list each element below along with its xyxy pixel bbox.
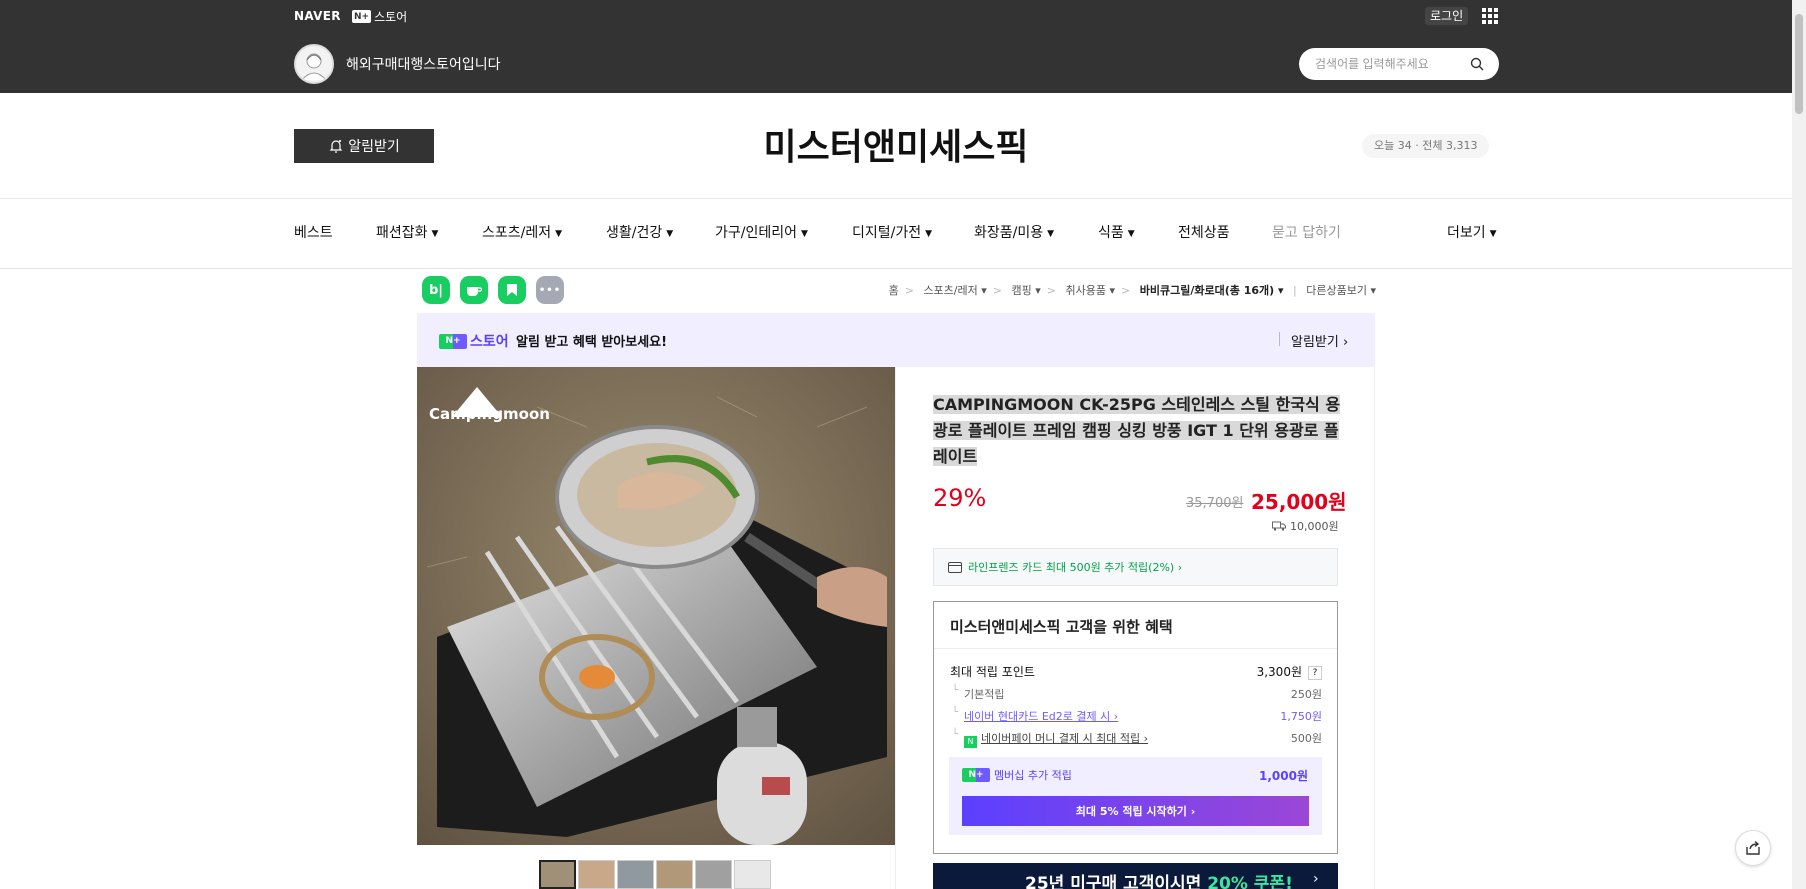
search-input[interactable] <box>1315 48 1465 80</box>
nplus-badge: N+ <box>352 10 372 23</box>
benefit-box: 미스터앤미세스픽 고객을 위한 혜택 최대 적립 포인트 3,300원? 기본적… <box>933 601 1338 854</box>
truck-icon <box>1272 521 1286 531</box>
divider <box>0 268 1792 269</box>
membership-value: 1,000원 <box>1259 769 1308 783</box>
max-points-row: 최대 적립 포인트 3,300원? <box>950 663 1322 680</box>
login-button[interactable]: 로그인 <box>1425 7 1469 25</box>
help-icon[interactable]: ? <box>1308 666 1322 680</box>
svg-text:Campingmoon: Campingmoon <box>429 405 550 423</box>
npay-link[interactable]: 네이버페이 머니 결제 시 최대 적립 › <box>981 732 1148 745</box>
chevron-down-icon: ▼ <box>1489 229 1497 239</box>
image-thumbnails <box>539 860 771 889</box>
visit-counter: 오늘 34 · 전체 3,313 <box>1362 134 1490 158</box>
chevron-down-icon: ▼ <box>666 229 674 239</box>
cafe-share-icon[interactable] <box>460 276 488 304</box>
category-beauty[interactable]: 화장품/미용 ▼ <box>974 198 1054 268</box>
naver-logo[interactable]: NAVER <box>294 9 341 23</box>
page-scrollbar[interactable] <box>1792 0 1806 889</box>
breadcrumb-home[interactable]: 홈 <box>889 284 899 297</box>
page: NAVER N+ 스토어 로그인 해외구매대행스토어입니다 검색어를 입력해주세… <box>0 0 1806 889</box>
category-qna[interactable]: 묻고 답하기 <box>1272 198 1341 268</box>
basic-points-row: 기본적립250원 <box>950 685 1322 702</box>
membership-label: N+ 멤버십 추가 적립 <box>962 767 1072 783</box>
divider <box>1279 332 1280 346</box>
credit-card-icon <box>948 561 962 573</box>
nstore-word: 스토어 <box>374 10 408 24</box>
category-furniture[interactable]: 가구/인테리어 ▼ <box>715 198 808 268</box>
original-price: 35,700원 <box>1186 496 1244 511</box>
chevron-down-icon: ▼ <box>555 229 563 239</box>
category-all-products[interactable]: 전체상품 <box>1178 198 1230 268</box>
shipping-fee: 10,000원 <box>1272 518 1339 534</box>
chevron-down-icon: ▼ <box>925 229 933 239</box>
store-avatar[interactable] <box>294 44 334 84</box>
breadcrumb-current[interactable]: 바비큐그릴/화로대(총 16개) ▾ <box>1140 284 1284 297</box>
promo-notify-button[interactable]: 알림받기 › <box>1291 331 1348 350</box>
hyundai-card-points-row: 네이버 현대카드 Ed2로 결제 시 ›1,750원 <box>950 707 1322 724</box>
more-share-icon[interactable]: ••• <box>536 276 564 304</box>
apps-grid-icon[interactable] <box>1482 8 1498 24</box>
chevron-right-icon: › <box>1313 871 1319 887</box>
product-title: CAMPINGMOON CK-25PG 스테인레스 스틸 한국식 용광로 플레이… <box>933 395 1341 466</box>
membership-section: N+ 멤버십 추가 적립 1,000원 최대 5% 적립 시작하기 › <box>949 757 1322 835</box>
thumbnail[interactable] <box>656 860 693 889</box>
category-sports[interactable]: 스포츠/레저 ▼ <box>482 198 562 268</box>
sale-price: 25,000원 <box>1251 490 1347 514</box>
max-points-value: 3,300원 <box>1256 665 1302 679</box>
discount-rate: 29% <box>933 484 987 512</box>
chevron-down-icon: ▼ <box>1127 229 1135 239</box>
chevron-down-icon: ▼ <box>801 229 808 239</box>
promo-text: 알림 받고 혜택 받아보세요! <box>516 335 668 350</box>
category-nav: 베스트 패션잡화 ▼ 스포츠/레저 ▼ 생활/건강 ▼ 가구/인테리어 ▼ 디지털/가전… <box>294 198 1500 268</box>
category-best[interactable]: 베스트 <box>294 198 333 268</box>
breadcrumb-sports[interactable]: 스포츠/레저 ▾ <box>923 284 986 297</box>
category-living[interactable]: 생활/건강 ▼ <box>606 198 673 268</box>
category-digital[interactable]: 디지털/가전 ▼ <box>852 198 932 268</box>
npay-icon: N <box>964 736 977 748</box>
other-products-link[interactable]: 다른상품보기 ▾ <box>1306 284 1376 297</box>
search-box <box>1299 48 1499 80</box>
breadcrumb-camping[interactable]: 캠핑 ▾ <box>1012 284 1041 297</box>
blog-share-icon[interactable]: b| <box>422 276 450 304</box>
membership-start-button[interactable]: 최대 5% 적립 시작하기 › <box>962 796 1309 826</box>
store-title[interactable]: 미스터앤미세스픽 <box>0 118 1792 170</box>
thumbnail[interactable] <box>617 860 654 889</box>
card-offer-link[interactable]: 라인프렌즈 카드 최대 500원 추가 적립(2%) › <box>933 548 1338 586</box>
thumbnail[interactable] <box>695 860 732 889</box>
chevron-down-icon: ▼ <box>431 229 439 239</box>
breadcrumb: 홈 > 스포츠/레저 ▾ > 캠핑 ▾ > 취사용품 ▾ > 바비큐그릴/화로대(총 1… <box>888 284 1376 297</box>
store-slogan: 해외구매대행스토어입니다 <box>346 57 501 73</box>
share-fab-button[interactable] <box>1735 830 1771 866</box>
scrollbar-thumb[interactable] <box>1795 14 1803 114</box>
product-main-image[interactable]: Campingmoon <box>417 367 895 845</box>
top-header: NAVER N+ 스토어 로그인 해외구매대행스토어입니다 <box>0 0 1792 93</box>
chevron-down-icon: ▼ <box>1047 229 1055 239</box>
thumbnail[interactable] <box>578 860 615 889</box>
hyundai-card-link[interactable]: 네이버 현대카드 Ed2로 결제 시 › <box>964 710 1118 723</box>
promo-banner: N+ 스토어 알림 받고 혜택 받아보세요! 알림받기 › <box>417 313 1375 367</box>
benefit-title: 미스터앤미세스픽 고객을 위한 혜택 <box>950 618 1173 636</box>
category-food[interactable]: 식품 ▼ <box>1098 198 1135 268</box>
share-icon <box>1746 840 1760 855</box>
category-fashion[interactable]: 패션잡화 ▼ <box>376 198 438 268</box>
thumbnail[interactable] <box>539 860 576 889</box>
divider <box>934 648 1337 649</box>
npay-points-row: N네이버페이 머니 결제 시 최대 적립 ›500원 <box>950 729 1322 748</box>
nplus-store-logo: N+ 스토어 <box>439 331 509 351</box>
coupon-banner[interactable]: 25년 미구매 고객이시면 20% 쿠폰! › <box>933 863 1338 889</box>
nstore-logo[interactable]: N+ 스토어 <box>352 8 407 25</box>
coupon-text: 25년 미구매 고객이시면 20% 쿠폰! <box>1025 874 1293 889</box>
breadcrumb-cookware[interactable]: 취사용품 ▾ <box>1066 284 1116 297</box>
category-more[interactable]: 더보기 ▼ <box>1447 198 1497 268</box>
thumbnail[interactable] <box>734 860 771 889</box>
search-icon[interactable] <box>1470 57 1484 71</box>
bookmark-share-icon[interactable] <box>498 276 526 304</box>
